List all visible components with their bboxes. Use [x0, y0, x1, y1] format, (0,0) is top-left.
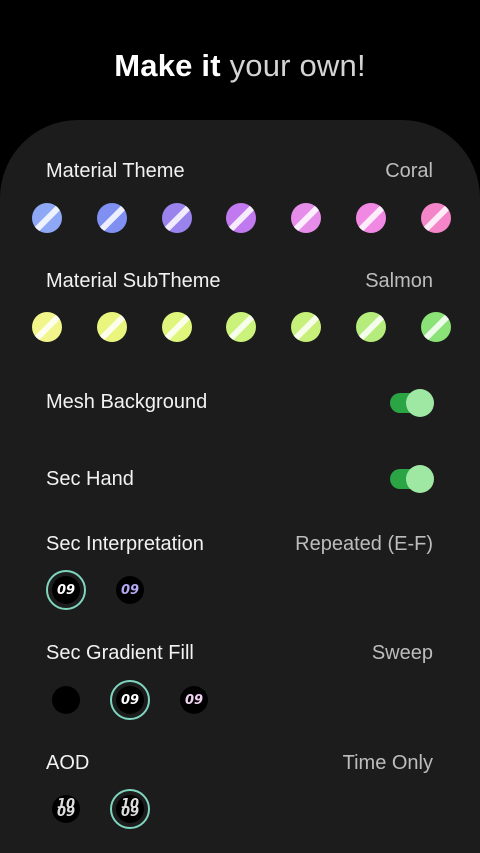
mesh-background-label: Mesh Background	[46, 391, 208, 413]
sec-hand-label: Sec Hand	[46, 468, 134, 490]
material-theme-swatch-5[interactable]	[291, 203, 322, 233]
material-theme-swatch-2[interactable]	[96, 203, 127, 233]
aod-label: AOD	[46, 752, 90, 774]
material-theme-swatches	[32, 203, 452, 237]
sec-interpretation-label: Sec Interpretation	[46, 533, 204, 555]
sec-gradient-fill-option-1[interactable]	[46, 680, 86, 720]
aod-option-1[interactable]: 10 09	[46, 789, 86, 829]
material-theme-label: Material Theme	[46, 160, 185, 182]
material-theme-swatch-3[interactable]	[161, 203, 192, 233]
title-accent: your own!	[229, 48, 366, 83]
swatch-highlight	[96, 312, 127, 342]
sec-gradient-fill-option-3[interactable]: 09	[174, 680, 214, 720]
aod-preview: 10 09	[116, 795, 144, 823]
swatch-highlight	[32, 203, 62, 233]
swatch-highlight	[161, 312, 192, 342]
swatch-highlight	[161, 203, 192, 233]
material-subtheme-swatch-7[interactable]	[420, 312, 451, 342]
toggle-knob	[406, 389, 434, 417]
swatch-highlight	[291, 203, 322, 233]
swatch-highlight	[32, 312, 62, 342]
sec-interpretation-value: Repeated (E-F)	[295, 533, 433, 555]
material-subtheme-value: Salmon	[365, 270, 433, 292]
aod-option-2[interactable]: 10 09	[110, 789, 150, 829]
sec-hand-toggle[interactable]	[390, 465, 436, 493]
swatch-highlight	[226, 312, 257, 342]
material-theme-swatch-4[interactable]	[226, 203, 257, 233]
material-theme-swatch-7[interactable]	[420, 203, 451, 233]
option-preview: 09	[180, 686, 208, 714]
swatch-highlight	[96, 203, 127, 233]
material-theme-value: Coral	[385, 160, 433, 182]
aod-value: Time Only	[342, 752, 433, 774]
page-title: Make it your own!	[0, 48, 480, 84]
swatch-highlight	[420, 312, 451, 342]
option-preview: 09	[116, 686, 144, 714]
title-prefix: Make it	[114, 48, 221, 83]
aod-preview: 10 09	[52, 795, 80, 823]
material-subtheme-swatch-1[interactable]	[32, 312, 62, 342]
sec-interpretation-option-1[interactable]: 09	[46, 570, 86, 610]
material-subtheme-swatch-2[interactable]	[96, 312, 127, 342]
sec-gradient-fill-option-2[interactable]: 09	[110, 680, 150, 720]
material-subtheme-swatch-3[interactable]	[161, 312, 192, 342]
swatch-highlight	[356, 203, 386, 233]
material-subtheme-label: Material SubTheme	[46, 270, 221, 292]
option-preview	[52, 686, 80, 714]
material-subtheme-swatch-4[interactable]	[226, 312, 257, 342]
swatch-highlight	[420, 203, 451, 233]
aod-minute: 09	[56, 805, 76, 820]
sec-gradient-fill-value: Sweep	[371, 642, 433, 664]
aod-minute: 09	[120, 805, 140, 820]
mesh-background-toggle[interactable]	[390, 389, 436, 417]
sec-gradient-fill-label: Sec Gradient Fill	[46, 642, 194, 664]
material-theme-swatch-1[interactable]	[32, 203, 62, 233]
material-subtheme-swatches	[32, 312, 452, 346]
toggle-knob	[406, 465, 434, 493]
swatch-highlight	[226, 203, 257, 233]
material-theme-swatch-6[interactable]	[356, 203, 386, 233]
swatch-highlight	[356, 312, 386, 342]
option-preview: 09	[116, 576, 144, 604]
option-preview: 09	[52, 576, 80, 604]
swatch-highlight	[291, 312, 322, 342]
material-subtheme-swatch-5[interactable]	[291, 312, 322, 342]
sec-interpretation-option-2[interactable]: 09	[110, 570, 150, 610]
material-subtheme-swatch-6[interactable]	[356, 312, 386, 342]
